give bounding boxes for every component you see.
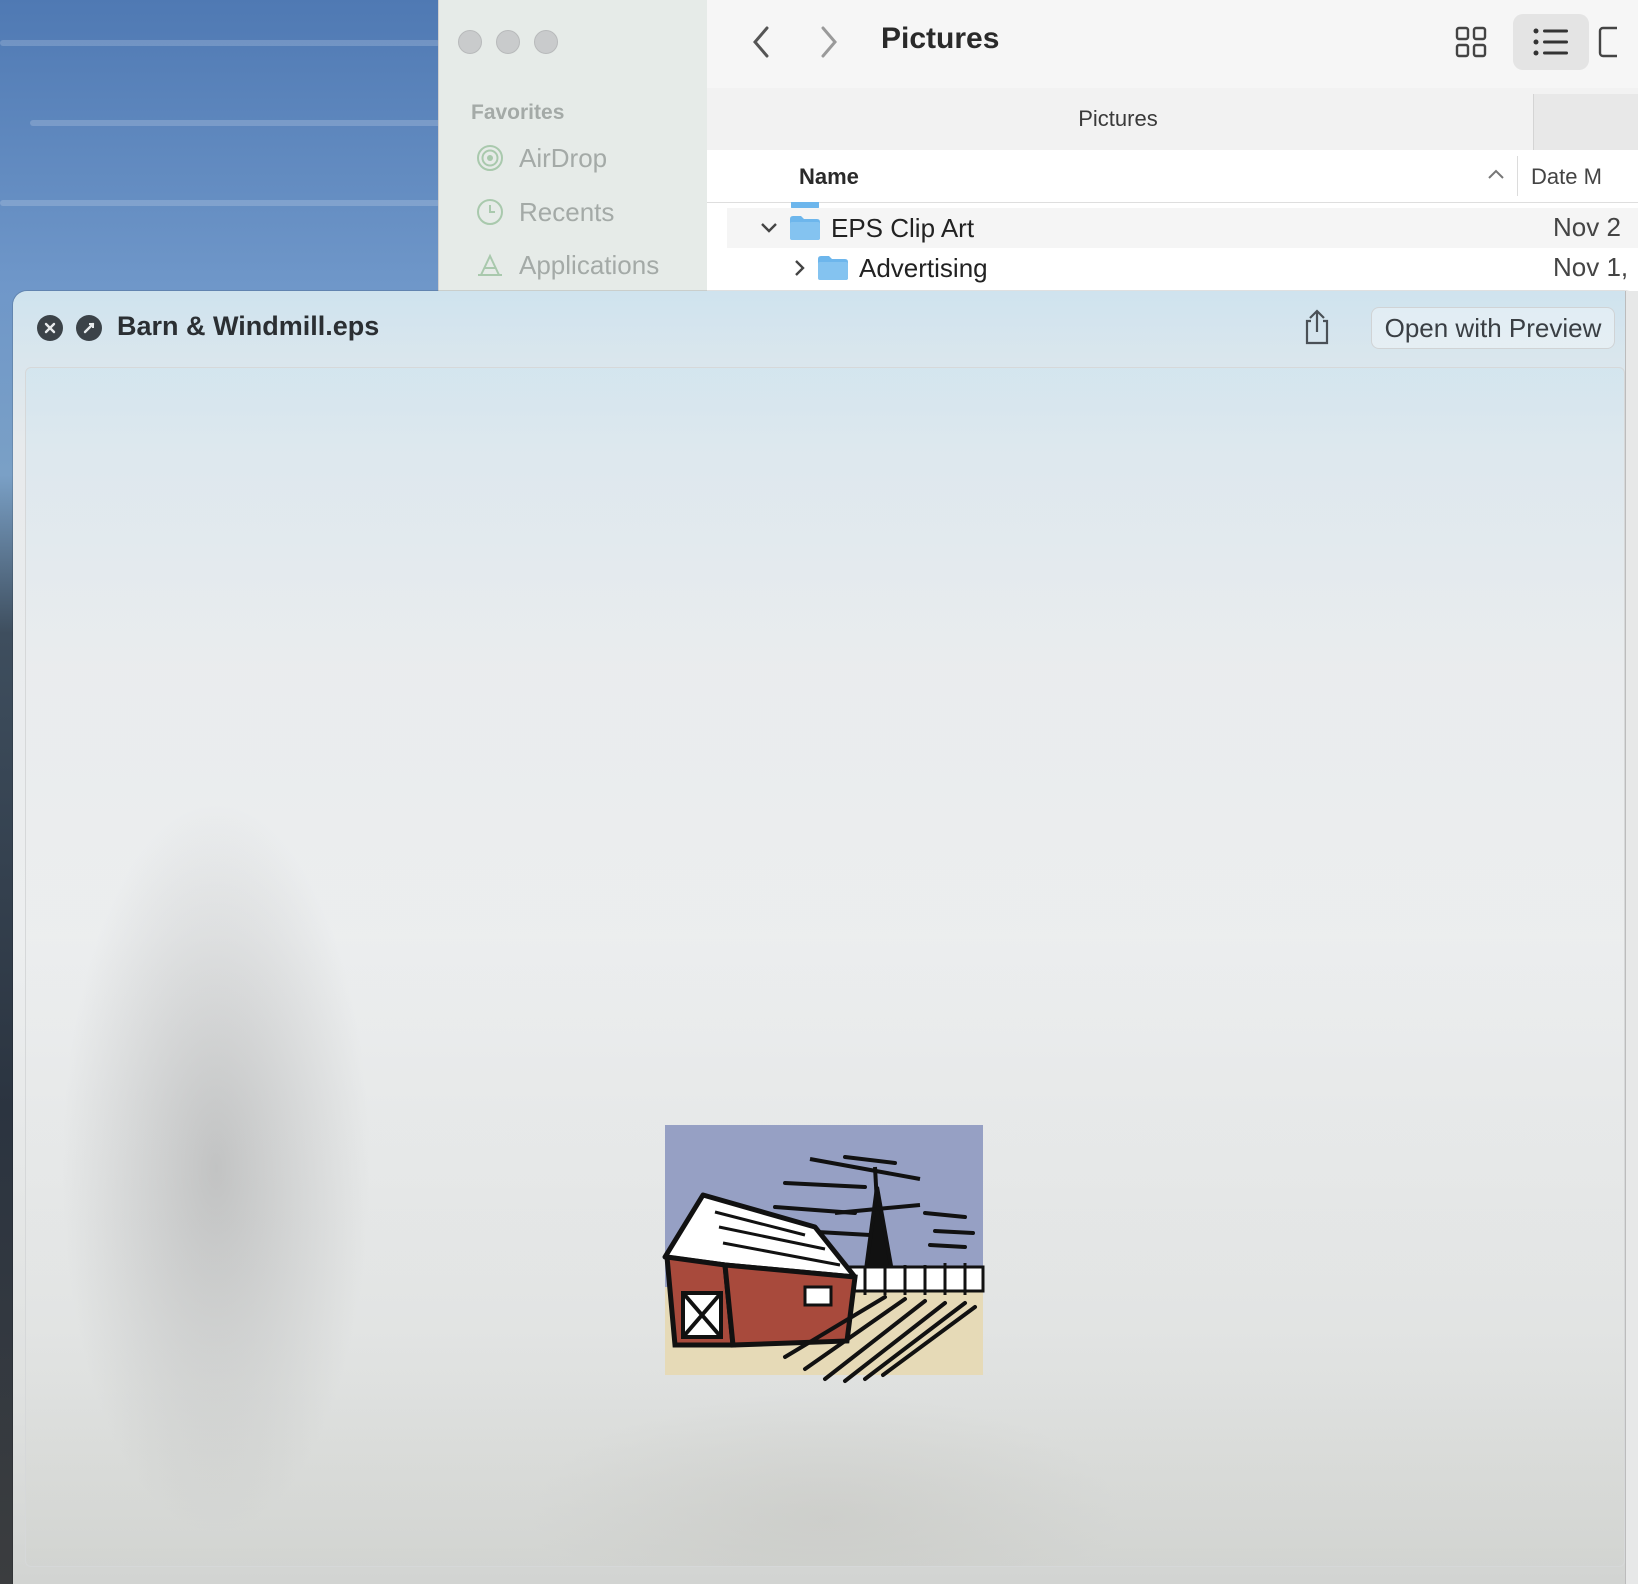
minimize-window-button[interactable]	[496, 30, 520, 54]
list-icon	[1533, 28, 1568, 56]
sidebar-item-label: Applications	[519, 249, 660, 280]
sidebar-heading-favorites: Favorites	[471, 101, 565, 124]
icon-view-button[interactable]	[1433, 14, 1509, 70]
applications-icon	[478, 253, 502, 276]
row-content: Advertising	[793, 248, 988, 288]
row-content: EPS Clip Art	[759, 208, 974, 248]
path-tab-pictures[interactable]: Pictures	[707, 106, 1529, 132]
column-separator[interactable]	[1517, 156, 1518, 196]
cloud-streak	[30, 120, 470, 126]
zoom-window-button[interactable]	[534, 30, 558, 54]
cloud-streak	[0, 40, 440, 46]
sidebar-item-airdrop[interactable]: AirDrop	[475, 140, 607, 176]
sidebar-item-recents[interactable]: Recents	[475, 194, 614, 230]
column-date-header[interactable]: Date M	[1531, 164, 1602, 190]
quicklook-close-button[interactable]	[37, 315, 63, 341]
disclosure-expanded-icon[interactable]	[759, 221, 779, 235]
finder-window: Favorites AirDrop Recents Applications P…	[438, 0, 1638, 300]
grid-icon	[1455, 26, 1487, 58]
quicklook-panel: Barn & Windmill.eps Open with Preview	[13, 291, 1638, 1584]
background-window-edge	[1625, 291, 1638, 1584]
disclosure-collapsed-icon[interactable]	[793, 258, 807, 278]
airdrop-icon	[477, 145, 503, 171]
back-button[interactable]	[743, 22, 779, 62]
list-view-button[interactable]	[1513, 14, 1589, 70]
close-icon	[44, 322, 56, 334]
columns-icon	[1598, 26, 1617, 58]
finder-sidebar: Favorites AirDrop Recents Applications	[439, 0, 707, 300]
column-header: Name Date M	[707, 150, 1638, 203]
list-item[interactable]: Advertising Nov 1,	[707, 248, 1638, 288]
file-name: Advertising	[859, 252, 988, 283]
path-tab-empty[interactable]	[1533, 94, 1638, 150]
column-name-header[interactable]: Name	[799, 164, 859, 190]
file-name: EPS Clip Art	[831, 212, 975, 243]
file-date: Nov 2	[1553, 212, 1621, 242]
clock-icon	[477, 199, 503, 225]
open-with-preview-button[interactable]: Open with Preview	[1371, 307, 1615, 349]
column-view-button[interactable]	[1597, 14, 1637, 70]
list-item[interactable]: EPS Clip Art Nov 2	[727, 208, 1638, 248]
sidebar-item-label: Recents	[519, 196, 615, 227]
chevron-left-icon	[753, 26, 769, 58]
share-button[interactable]	[1299, 307, 1335, 347]
sort-ascending-icon[interactable]	[1487, 168, 1505, 180]
quicklook-title: Barn & Windmill.eps	[117, 311, 380, 341]
quicklook-titlebar: Barn & Windmill.eps Open with Preview	[13, 291, 1638, 365]
folder-icon	[818, 256, 848, 280]
sidebar-item-label: AirDrop	[519, 142, 608, 173]
chevron-right-icon	[821, 26, 837, 58]
forward-button[interactable]	[811, 22, 847, 62]
quicklook-preview-area	[25, 367, 1625, 1567]
file-date: Nov 1,	[1553, 252, 1629, 282]
quicklook-fullscreen-button[interactable]	[76, 315, 102, 341]
finder-toolbar: Pictures	[707, 0, 1638, 88]
close-window-button[interactable]	[458, 30, 482, 54]
sidebar-item-applications[interactable]: Applications	[475, 247, 659, 283]
share-icon	[1305, 309, 1329, 345]
finder-window-title: Pictures	[881, 22, 1000, 55]
folder-icon	[790, 216, 820, 240]
fullscreen-icon	[83, 322, 95, 334]
cloud-streak	[0, 200, 440, 206]
path-bar: Pictures	[707, 88, 1638, 151]
barn-windmill-image	[662, 1125, 985, 1383]
